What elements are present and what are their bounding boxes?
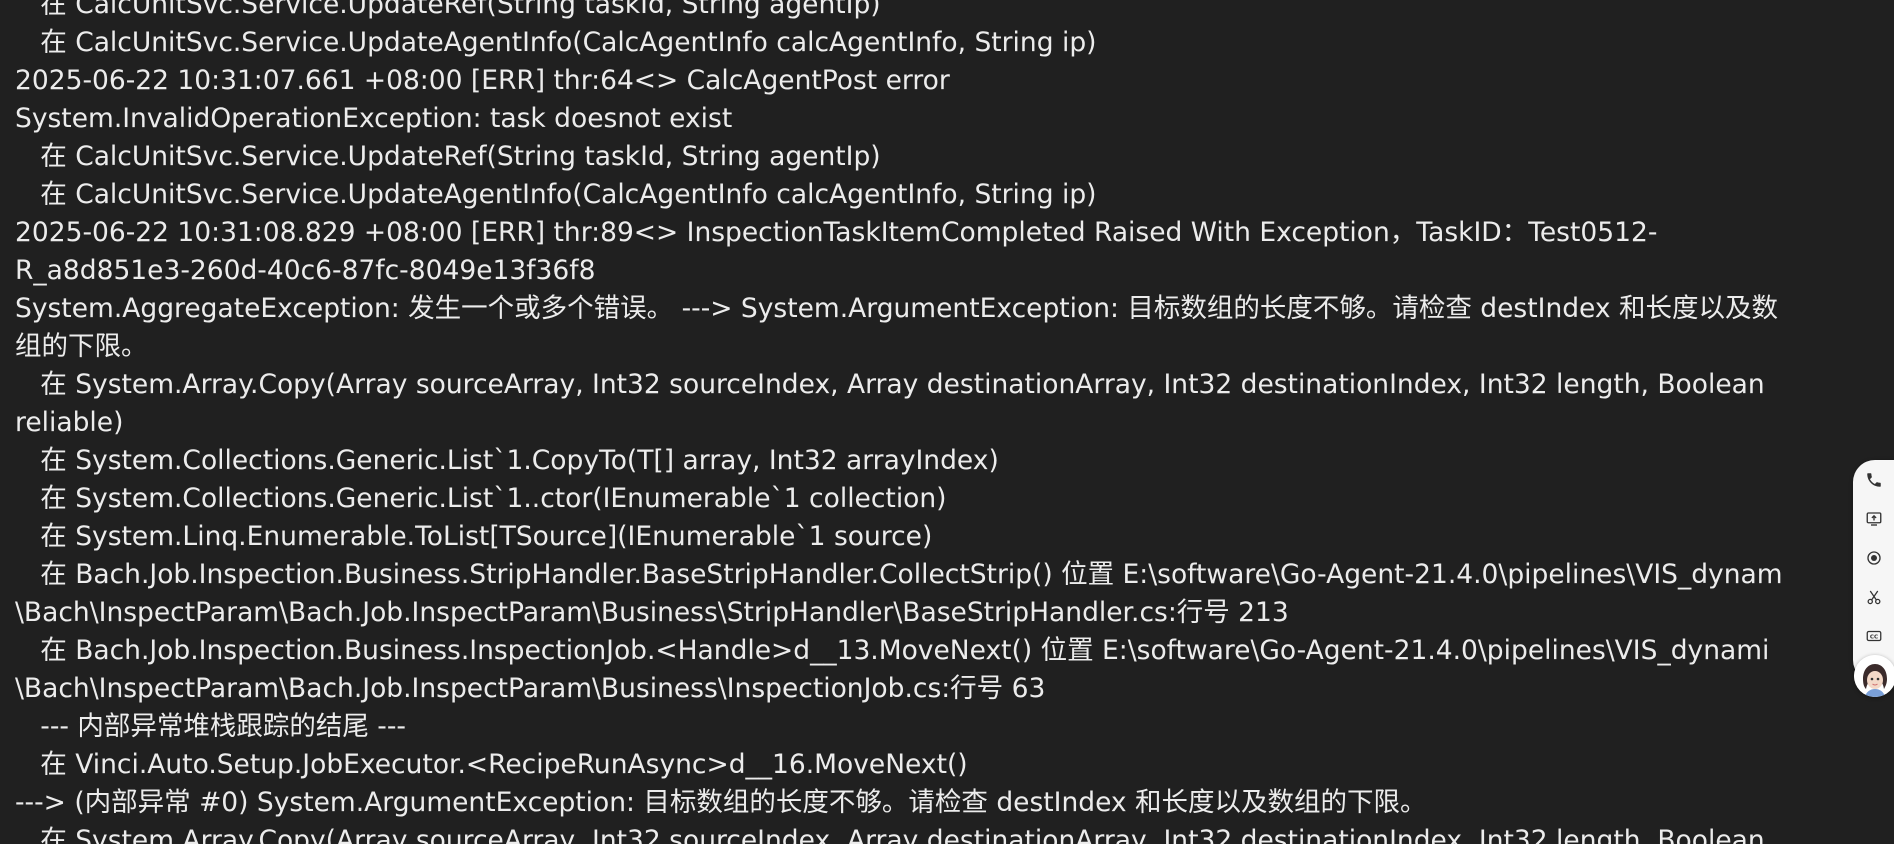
log-line: 在 System.Collections.Generic.List`1..cto… bbox=[15, 483, 947, 514]
record-icon bbox=[1865, 549, 1883, 571]
log-line: 2025-06-22 10:31:08.829 +08:00 [ERR] thr… bbox=[15, 217, 1658, 248]
log-line: R_a8d851e3-260d-40c6-87fc-8049e13f36f8 bbox=[15, 255, 596, 286]
log-line: System.AggregateException: 发生一个或多个错误。 --… bbox=[15, 293, 1779, 324]
scissors-icon bbox=[1865, 588, 1883, 610]
phone-icon bbox=[1865, 471, 1883, 493]
log-line: 在 CalcUnitSvc.Service.UpdateAgentInfo(Ca… bbox=[15, 179, 1097, 210]
log-line: 在 System.Linq.Enumerable.ToList[TSource]… bbox=[15, 521, 933, 552]
log-line: System.InvalidOperationException: task d… bbox=[15, 103, 733, 134]
screenshot-button[interactable] bbox=[1863, 588, 1885, 610]
floating-toolbar: CC bbox=[1853, 460, 1894, 682]
log-lines: 在 CalcUnitSvc.Service.UpdateRef(String t… bbox=[15, 0, 1894, 844]
log-line: 在 System.Array.Copy(Array sourceArray, I… bbox=[15, 369, 1765, 400]
log-line: 在 Bach.Job.Inspection.Business.Inspectio… bbox=[15, 635, 1770, 666]
caption-icon-text: CC bbox=[1870, 635, 1878, 641]
log-line: 在 CalcUnitSvc.Service.UpdateAgentInfo(Ca… bbox=[15, 27, 1097, 58]
screen-share-button[interactable] bbox=[1863, 510, 1885, 532]
log-line: 在 CalcUnitSvc.Service.UpdateRef(String t… bbox=[15, 0, 881, 20]
log-line: --- 内部异常堆栈跟踪的结尾 --- bbox=[15, 711, 406, 742]
log-line: ---> (内部异常 #0) System.ArgumentException:… bbox=[15, 787, 1427, 818]
log-line: 2025-06-22 10:31:07.661 +08:00 [ERR] thr… bbox=[15, 65, 950, 96]
log-line: 组的下限。 bbox=[15, 331, 148, 362]
log-line: 在 System.Array.Copy(Array sourceArray, I… bbox=[15, 825, 1765, 844]
log-line: \Bach\InspectParam\Bach.Job.InspectParam… bbox=[15, 673, 1046, 704]
log-line: 在 CalcUnitSvc.Service.UpdateRef(String t… bbox=[15, 141, 881, 172]
log-line: 在 Bach.Job.Inspection.Business.StripHand… bbox=[15, 559, 1783, 590]
log-line: reliable) bbox=[15, 407, 124, 438]
log-line: 在 System.Collections.Generic.List`1.Copy… bbox=[15, 445, 999, 476]
log-viewer: 在 CalcUnitSvc.Service.UpdateRef(String t… bbox=[0, 0, 1894, 844]
log-line: 在 Vinci.Auto.Setup.JobExecutor.<RecipeRu… bbox=[15, 749, 968, 780]
screen-share-icon bbox=[1865, 510, 1883, 532]
avatar[interactable] bbox=[1854, 655, 1894, 697]
caption-icon: CC bbox=[1865, 627, 1883, 649]
log-line: \Bach\InspectParam\Bach.Job.InspectParam… bbox=[15, 597, 1289, 628]
captions-button[interactable]: CC bbox=[1863, 627, 1885, 649]
record-button[interactable] bbox=[1863, 549, 1885, 571]
call-button[interactable] bbox=[1863, 471, 1885, 493]
